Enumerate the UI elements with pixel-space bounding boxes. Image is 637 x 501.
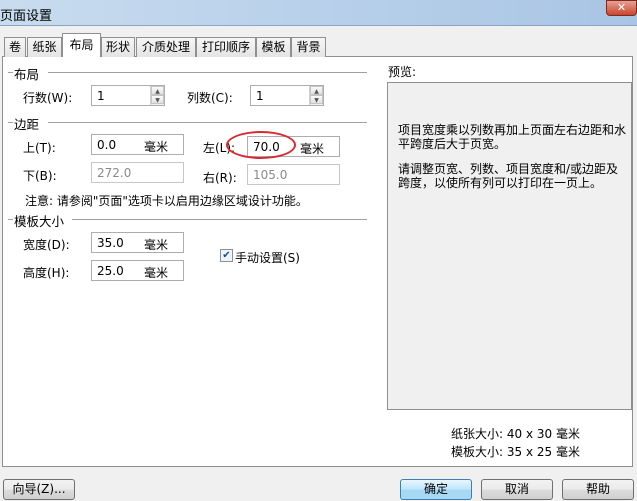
window-title: 页面设置 (0, 9, 53, 24)
width-input[interactable]: 35.0 毫米 (91, 232, 184, 253)
rows-value: 1 (97, 89, 105, 103)
bottom-margin-value: 272.0 (97, 166, 132, 180)
right-margin-value: 105.0 (253, 168, 288, 182)
spin-down-icon[interactable]: ▼ (310, 95, 323, 104)
group-line (48, 122, 367, 123)
tab-shape[interactable]: 形状 (101, 37, 135, 57)
rows-spinner[interactable]: ▲ ▼ (150, 86, 164, 105)
bottom-margin-input: 272.0 (91, 162, 184, 183)
group-line (8, 122, 13, 123)
margins-group-label: 边距 (14, 117, 40, 132)
manual-setting-checkbox[interactable]: ✔ (220, 249, 233, 262)
close-button[interactable]: ✕ (606, 0, 637, 16)
group-line (8, 72, 13, 73)
right-margin-input: 105.0 (247, 164, 340, 185)
title-bar[interactable] (0, 0, 637, 26)
unit-label: 毫米 (144, 238, 169, 252)
spin-down-icon[interactable]: ▼ (151, 95, 164, 104)
tab-print-order[interactable]: 打印顺序 (196, 37, 256, 57)
cols-label: 列数(C): (187, 91, 233, 105)
height-input[interactable]: 25.0 毫米 (91, 260, 184, 281)
preview-label: 预览: (388, 65, 417, 79)
manual-setting-label[interactable]: 手动设置(S) (235, 249, 300, 266)
ok-button[interactable]: 确定 (400, 479, 472, 500)
tab-background[interactable]: 背景 (291, 37, 326, 57)
rows-label: 行数(W): (23, 91, 73, 105)
highlight-ellipse (226, 131, 296, 159)
margins-note: 注意: 请参阅"页面"选项卡以启用边缘区域设计功能。 (25, 194, 308, 208)
cols-value: 1 (256, 89, 264, 103)
template-size-group-label: 模板大小 (14, 214, 65, 229)
tab-layout[interactable]: 布局 (62, 33, 101, 57)
unit-label: 毫米 (300, 142, 325, 156)
width-label: 宽度(D): (23, 238, 70, 252)
top-margin-label: 上(T): (23, 141, 56, 155)
cancel-button[interactable]: 取消 (481, 479, 553, 500)
wizard-button[interactable]: 向导(Z)... (3, 479, 75, 500)
preview-message-2: 请调整页宽、列数、项目宽度和/或边距及跨度，以使所有列可以打印在一页上。 (398, 162, 619, 190)
tab-template[interactable]: 模板 (256, 37, 291, 57)
height-label: 高度(H): (23, 266, 70, 280)
right-margin-label: 右(R): (203, 171, 237, 185)
tab-media[interactable]: 介质处理 (136, 37, 196, 57)
spin-up-icon[interactable]: ▲ (310, 86, 323, 95)
group-line (72, 219, 367, 220)
help-button[interactable]: 帮助 (562, 479, 634, 500)
height-value: 25.0 (97, 264, 124, 278)
width-value: 35.0 (97, 236, 124, 250)
layout-group-label: 布局 (14, 67, 40, 82)
tab-roll[interactable]: 卷 (4, 37, 26, 57)
tab-paper[interactable]: 纸张 (27, 37, 62, 57)
group-line (8, 219, 13, 220)
spin-up-icon[interactable]: ▲ (151, 86, 164, 95)
bottom-margin-label: 下(B): (23, 169, 57, 183)
template-size-text: 模板大小: 35 x 25 毫米 (451, 445, 580, 459)
top-margin-value: 0.0 (97, 138, 117, 152)
top-margin-input[interactable]: 0.0 毫米 (91, 134, 184, 155)
unit-label: 毫米 (144, 266, 169, 280)
group-line (48, 72, 367, 73)
cols-spinner[interactable]: ▲ ▼ (309, 86, 323, 105)
preview-message-1: 项目宽度乘以列数再加上页面左右边距和水平跨度后大于页宽。 (398, 123, 627, 151)
paper-size-text: 纸张大小: 40 x 30 毫米 (451, 427, 580, 441)
unit-label: 毫米 (144, 140, 169, 154)
